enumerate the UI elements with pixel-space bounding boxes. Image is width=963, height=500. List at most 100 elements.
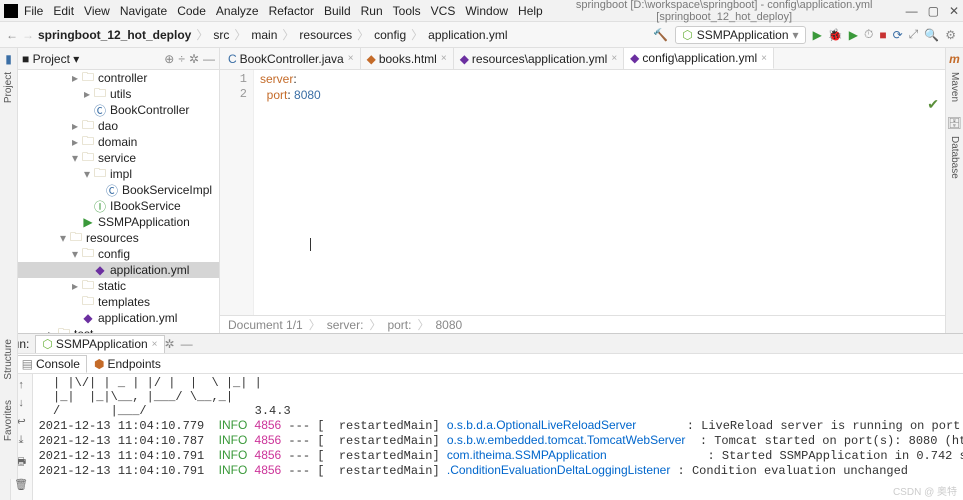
yaml-path[interactable]: 8080 xyxy=(435,318,462,332)
hide-tool-icon[interactable]: — xyxy=(181,337,193,351)
breadcrumb-item[interactable]: main xyxy=(251,28,277,42)
tree-arrow-icon[interactable]: ▸ xyxy=(72,119,82,133)
code-area[interactable]: server: port: 8080 xyxy=(254,70,945,315)
stop-icon[interactable]: ■ xyxy=(879,28,886,42)
menu-tools[interactable]: Tools xyxy=(393,4,421,18)
console-tab[interactable]: ▤ Console xyxy=(15,355,87,373)
breadcrumb-item[interactable]: resources xyxy=(299,28,352,42)
collapse-all-icon[interactable]: ÷ xyxy=(178,52,185,66)
coverage-icon[interactable]: ▶ xyxy=(849,28,858,42)
editor-tab[interactable]: ◆resources\application.yml× xyxy=(454,48,624,69)
inspection-ok-icon[interactable]: ✔ xyxy=(927,96,939,113)
tree-node[interactable]: ▾🗀config xyxy=(18,246,219,262)
menu-analyze[interactable]: Analyze xyxy=(216,4,259,18)
tree-node[interactable]: 🗀templates xyxy=(18,294,219,310)
database-tool-label[interactable]: Database xyxy=(949,136,960,179)
close-tab-icon[interactable]: × xyxy=(761,53,767,64)
yaml-path[interactable]: port: xyxy=(387,318,411,332)
maven-tool-icon[interactable]: m xyxy=(949,52,960,66)
breadcrumb-item[interactable]: config xyxy=(374,28,406,42)
debug-icon[interactable]: 🐞 xyxy=(828,28,843,42)
tree-node[interactable]: ⒸBookController xyxy=(18,102,219,118)
menu-navigate[interactable]: Navigate xyxy=(120,4,167,18)
database-tool-icon[interactable]: 🗄 xyxy=(947,116,962,130)
scroll-to-end-icon[interactable]: ⤓ xyxy=(19,434,24,447)
tree-node[interactable]: ◆application.yml xyxy=(18,262,219,278)
breadcrumb-file[interactable]: application.yml xyxy=(428,28,507,42)
project-tree[interactable]: ▸🗀controller▸🗀utilsⒸBookController▸🗀dao▸… xyxy=(18,70,219,333)
search-everywhere-icon[interactable]: ⤢ xyxy=(909,27,919,42)
nav-forward-icon[interactable]: → xyxy=(22,28,34,42)
tree-node[interactable]: ▸🗀static xyxy=(18,278,219,294)
tree-node[interactable]: ▾🗀resources xyxy=(18,230,219,246)
tree-arrow-icon[interactable]: ▸ xyxy=(84,87,94,101)
scroll-from-source-icon[interactable]: ⊕ xyxy=(164,52,174,66)
profile-icon[interactable]: ⏱ xyxy=(864,27,873,42)
tree-arrow-icon[interactable]: ▾ xyxy=(72,247,82,261)
close-tab-icon[interactable]: × xyxy=(611,53,617,64)
tree-node[interactable]: ▸🗀test xyxy=(18,326,219,333)
menu-run[interactable]: Run xyxy=(361,4,383,18)
tree-node[interactable]: ▶SSMPApplication xyxy=(18,214,219,230)
tool-settings-icon[interactable]: ✲ xyxy=(165,337,175,351)
run-icon[interactable]: ▶ xyxy=(813,28,822,42)
yaml-path[interactable]: server: xyxy=(327,318,364,332)
minimize-icon[interactable]: — xyxy=(906,4,918,18)
down-stack-icon[interactable]: ↓ xyxy=(18,397,24,409)
menu-help[interactable]: Help xyxy=(518,4,543,18)
tree-arrow-icon[interactable]: ▾ xyxy=(72,151,82,165)
menu-view[interactable]: View xyxy=(84,4,110,18)
menu-window[interactable]: Window xyxy=(465,4,508,18)
run-tab[interactable]: ⬡ SSMPApplication × xyxy=(35,335,164,353)
git-update-icon[interactable]: ⟳ xyxy=(893,28,903,42)
nav-back-icon[interactable]: ← xyxy=(6,28,18,42)
close-tab-icon[interactable]: × xyxy=(441,53,447,64)
tree-node[interactable]: ▾🗀impl xyxy=(18,166,219,182)
menu-edit[interactable]: Edit xyxy=(53,4,74,18)
up-stack-icon[interactable]: ↑ xyxy=(18,379,24,391)
tree-node[interactable]: ▸🗀controller xyxy=(18,70,219,86)
hide-pane-icon[interactable]: — xyxy=(203,52,215,66)
close-tab-icon[interactable]: × xyxy=(152,339,158,350)
breadcrumb-item[interactable]: src xyxy=(213,28,229,42)
breadcrumb-module[interactable]: springboot_12_hot_deploy xyxy=(38,28,191,42)
favorites-tool-label[interactable]: Favorites xyxy=(3,400,14,441)
tree-node[interactable]: ◆application.yml xyxy=(18,310,219,326)
menu-refactor[interactable]: Refactor xyxy=(269,4,314,18)
endpoints-tab[interactable]: ⬢ Endpoints xyxy=(87,355,168,373)
tree-arrow-icon[interactable]: ▸ xyxy=(72,135,82,149)
tree-node[interactable]: ▸🗀domain xyxy=(18,134,219,150)
structure-tool-label[interactable]: Structure xyxy=(3,339,14,380)
maximize-icon[interactable]: ▢ xyxy=(928,4,939,18)
tree-arrow-icon[interactable]: ▾ xyxy=(84,167,94,181)
maven-tool-label[interactable]: Maven xyxy=(949,72,960,102)
editor-tab[interactable]: ◆books.html× xyxy=(361,48,454,69)
close-icon[interactable]: ✕ xyxy=(949,4,959,18)
clear-icon[interactable]: 🗑 xyxy=(14,478,28,491)
tree-node[interactable]: ⒸBookServiceImpl xyxy=(18,182,219,198)
editor-tab[interactable]: CBookController.java× xyxy=(222,48,361,69)
build-icon[interactable]: 🔨 xyxy=(653,28,668,42)
project-tool-label[interactable]: Project xyxy=(3,72,14,103)
search-icon[interactable]: 🔍 xyxy=(924,28,939,42)
menu-file[interactable]: File xyxy=(24,4,43,18)
close-tab-icon[interactable]: × xyxy=(348,53,354,64)
menu-code[interactable]: Code xyxy=(177,4,206,18)
tree-arrow-icon[interactable]: ▸ xyxy=(48,327,58,333)
tree-arrow-icon[interactable]: ▾ xyxy=(60,231,70,245)
menu-vcs[interactable]: VCS xyxy=(431,4,456,18)
project-tool-icon[interactable]: ▮ xyxy=(5,52,12,66)
tree-node[interactable]: ⒾIBookService xyxy=(18,198,219,214)
project-view-selector[interactable]: ■ Project ▾ xyxy=(22,52,79,66)
settings-icon[interactable]: ⚙ xyxy=(945,28,956,42)
run-config-selector[interactable]: ⬡ SSMPApplication ▾ xyxy=(675,26,805,44)
tree-node[interactable]: ▸🗀utils xyxy=(18,86,219,102)
editor-tab[interactable]: ◆config\application.yml× xyxy=(624,48,774,69)
tree-arrow-icon[interactable]: ▸ xyxy=(72,71,82,85)
toolbar-settings-icon[interactable]: ✲ xyxy=(189,52,199,66)
menu-build[interactable]: Build xyxy=(324,4,351,18)
tree-node[interactable]: ▸🗀dao xyxy=(18,118,219,134)
console-output[interactable]: | |\/| | _ | |/ | | \ |_| | |_| |_|\__, … xyxy=(33,374,963,500)
tree-arrow-icon[interactable]: ▸ xyxy=(72,279,82,293)
editor[interactable]: 12 server: port: 8080 ✔ xyxy=(220,70,945,315)
